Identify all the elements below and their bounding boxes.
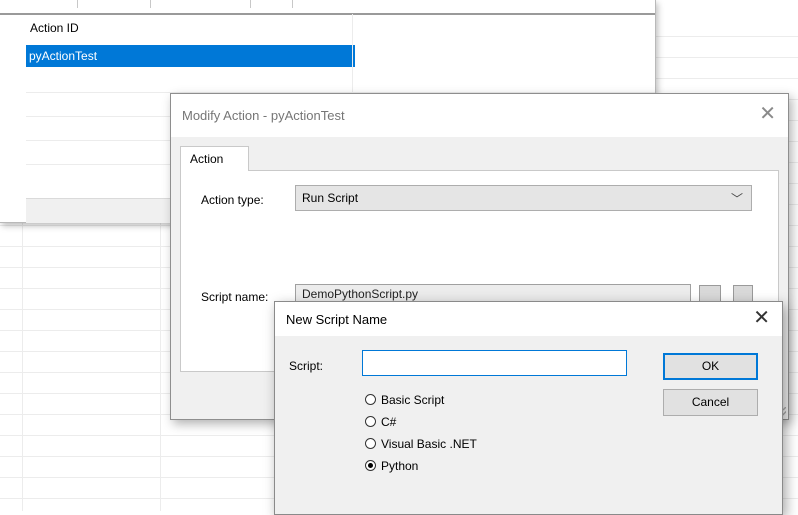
close-icon[interactable]: ✕ (753, 306, 770, 330)
radio-label: Visual Basic .NET (381, 437, 477, 451)
radio-circle-icon (365, 438, 376, 449)
radio-label: C# (381, 415, 397, 429)
action-type-value: Run Script (302, 191, 359, 205)
radio-circle-icon (365, 416, 376, 427)
script-name-value: DemoPythonScript.py (302, 287, 419, 301)
column-header-action-id[interactable]: Action ID (26, 18, 356, 38)
radio-circle-icon (365, 394, 376, 405)
radio-selected-icon (365, 460, 376, 471)
tab-action[interactable]: Action (180, 146, 249, 171)
radio-label: Basic Script (381, 393, 445, 407)
radio-label: Python (381, 459, 419, 473)
close-icon[interactable]: ✕ (759, 102, 776, 126)
action-type-label: Action type: (201, 193, 264, 207)
new-dialog-titlebar: New Script Name ✕ (275, 302, 782, 336)
list-item[interactable]: pyActionTest (26, 45, 355, 67)
script-name-label: Script name: (201, 290, 269, 304)
chevron-down-icon: ﹀ (730, 192, 743, 206)
new-dialog-title: New Script Name (286, 312, 388, 327)
modify-dialog-titlebar: Modify Action - pyActionTest ✕ (171, 94, 788, 137)
script-name-input[interactable] (362, 350, 627, 376)
action-type-select[interactable]: Run Script ﹀ (295, 185, 752, 211)
cancel-button[interactable]: Cancel (663, 389, 758, 416)
new-script-name-dialog: New Script Name ✕ Script: OK Cancel Basi… (274, 301, 783, 515)
modify-dialog-title: Modify Action - pyActionTest (182, 108, 345, 123)
script-label: Script: (289, 359, 324, 373)
ok-button[interactable]: OK (663, 353, 758, 380)
list-toolbar (0, 0, 655, 15)
